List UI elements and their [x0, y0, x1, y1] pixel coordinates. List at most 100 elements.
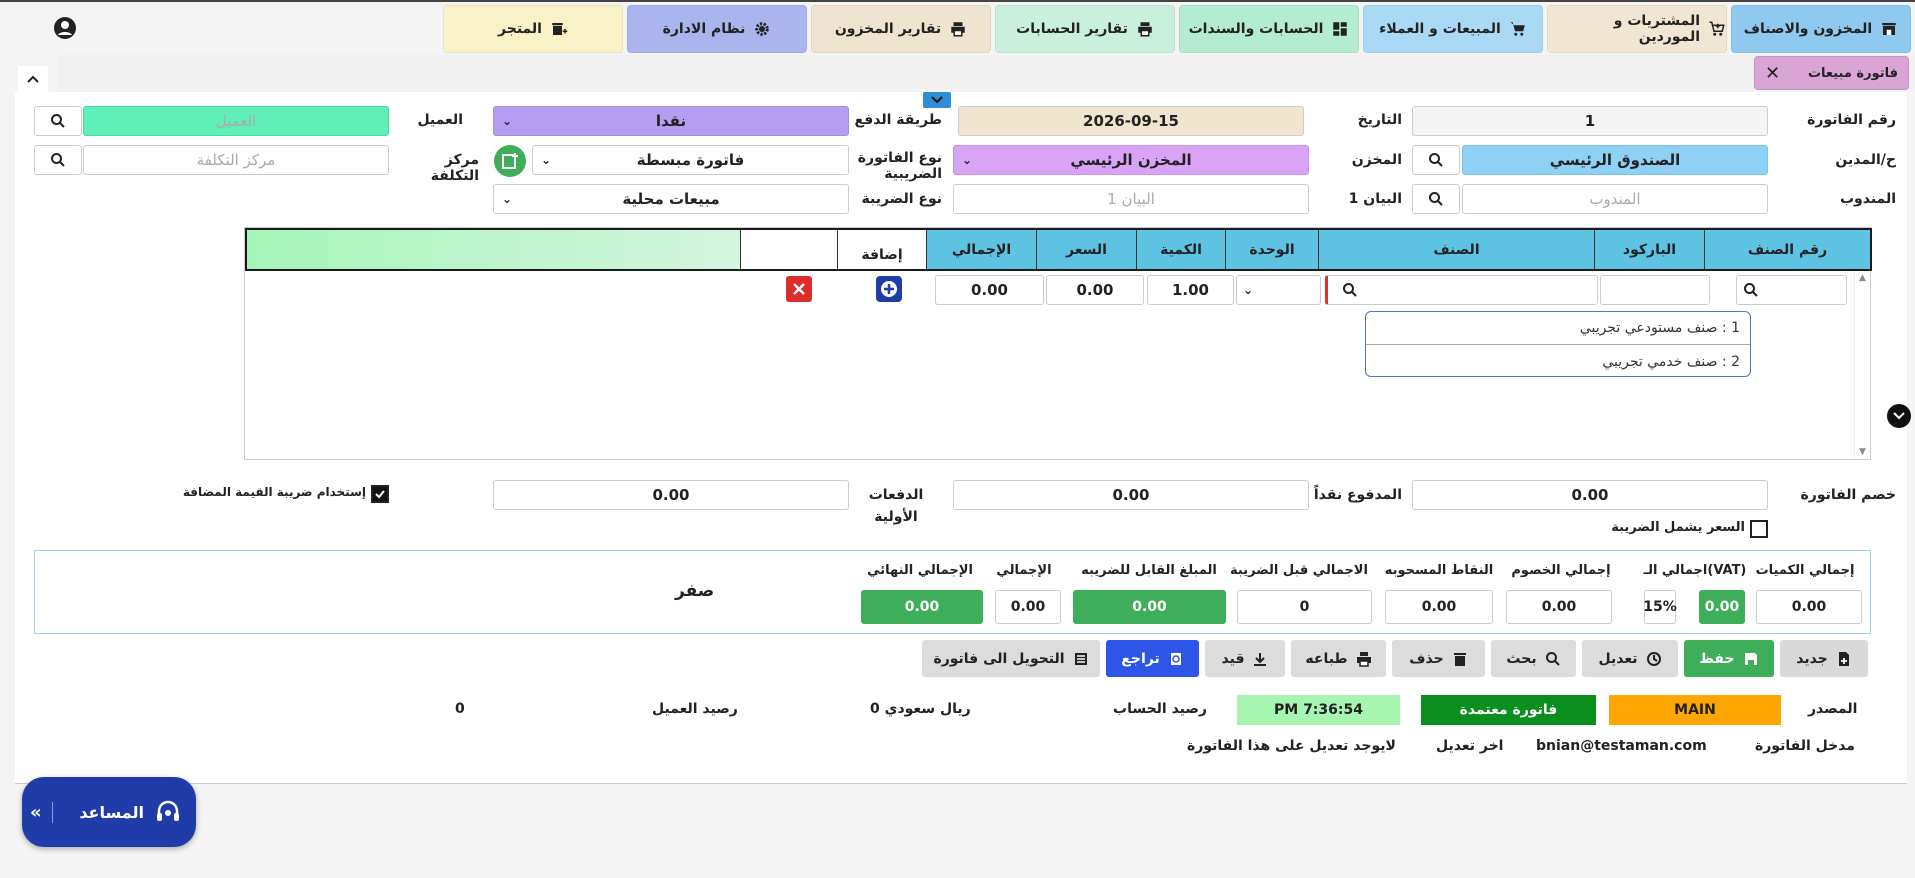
search-icon: [1343, 283, 1357, 297]
cart-plus-icon: [1709, 21, 1725, 36]
edit-button[interactable]: تعديل: [1582, 640, 1678, 677]
final-label: الإجمالي النهائي: [867, 563, 973, 578]
grid-header: رقم الصنف الباركود الصنف الوحدة الكمية ا…: [245, 228, 1872, 271]
assistant-button[interactable]: المساعد »: [22, 777, 196, 847]
undo-button[interactable]: تراجع: [1106, 640, 1199, 677]
client-balance-value: 0: [455, 701, 465, 717]
discount-field[interactable]: 0.00: [1412, 480, 1768, 510]
add-note-icon: [502, 153, 518, 169]
total-input[interactable]: 0.00: [935, 275, 1044, 305]
tab-sales-invoice[interactable]: فاتورة مبيعات ✕: [1754, 56, 1909, 90]
grid-scrollbar[interactable]: ▲ ▼: [1854, 271, 1870, 459]
save-button[interactable]: حفظ: [1684, 640, 1774, 677]
account-balance-label: رصيد الحساب: [1113, 701, 1207, 717]
nav-inventory-reports[interactable]: تقارير المخزون: [811, 5, 991, 53]
client-search-button[interactable]: [34, 106, 82, 136]
advance-field[interactable]: 0.00: [493, 480, 849, 510]
assistant-label: المساعد: [79, 802, 144, 822]
suggestion-item[interactable]: 1 : صنف مستودعي تجريبي: [1366, 312, 1750, 345]
nav-inventory[interactable]: المخزون والاصناف: [1731, 5, 1911, 53]
scroll-down-arrow[interactable]: ▼: [1859, 447, 1866, 457]
paid-field[interactable]: 0.00: [953, 480, 1309, 510]
col-price: السعر: [1036, 230, 1136, 269]
cost-center-search-button[interactable]: [34, 145, 82, 175]
statement-field[interactable]: البيان 1: [953, 184, 1309, 214]
nav-inventory-reports-label: تقارير المخزون: [834, 21, 942, 37]
debit-field[interactable]: الصندوق الرئيسي: [1462, 145, 1768, 175]
new-file-icon: [1838, 651, 1849, 666]
new-button[interactable]: جديد: [1780, 640, 1868, 677]
add-row-button[interactable]: [876, 276, 902, 302]
gear-icon: [755, 22, 770, 36]
add-invoice-type-button[interactable]: [494, 145, 526, 177]
date-field[interactable]: 2026-09-15: [958, 106, 1304, 136]
expand-toggle[interactable]: [923, 92, 951, 108]
search-icon: [51, 114, 65, 128]
chevron-down-icon: ⌄: [1243, 283, 1254, 297]
printer-icon: [1356, 651, 1371, 667]
user-account-icon[interactable]: [53, 16, 77, 40]
nav-accounts[interactable]: الحسابات والسندات: [1179, 5, 1359, 53]
cost-center-field[interactable]: مركز التكلفة: [83, 145, 389, 175]
side-toggle[interactable]: [1887, 404, 1911, 428]
vat-checkbox[interactable]: [371, 485, 389, 503]
chevron-down-icon: ⌄: [502, 192, 513, 206]
main-nav: المخزون والاصناف المشتريات و الموردين ال…: [443, 5, 1911, 53]
price-incl-tax-checkbox[interactable]: [1750, 520, 1768, 538]
col-qty: الكمية: [1136, 230, 1225, 269]
rep-field[interactable]: المندوب: [1462, 184, 1768, 214]
unit-select[interactable]: ⌄: [1236, 275, 1321, 305]
tax-type-select[interactable]: ⌄ مبيعات محلية: [493, 184, 849, 214]
col-add: إضافة: [837, 230, 926, 269]
nav-sales[interactable]: المبيعات و العملاء: [1363, 5, 1543, 53]
tab-label: فاتورة مبيعات: [1807, 65, 1898, 81]
time-badge: PM 7:36:54: [1237, 695, 1400, 725]
close-icon[interactable]: ✕: [1765, 63, 1780, 84]
tax-invoice-type-value: فاتورة مبسطة: [636, 151, 745, 169]
search-button[interactable]: بحث: [1491, 640, 1576, 677]
nav-purchases[interactable]: المشتريات و الموردين: [1547, 5, 1727, 53]
double-chevron-right-icon: »: [30, 801, 53, 823]
nav-store-label: المتجر: [498, 21, 542, 37]
nav-admin[interactable]: نظام الادارة: [627, 5, 807, 53]
nav-account-reports-label: تقارير الحسابات: [1016, 21, 1128, 37]
payment-method-select[interactable]: ⌄ نقدا: [493, 106, 849, 136]
barcode-input[interactable]: [1600, 275, 1710, 305]
store-icon: [1882, 23, 1896, 35]
debit-search-button[interactable]: [1412, 145, 1460, 175]
convert-button[interactable]: التحويل الى فاتورة: [922, 640, 1100, 677]
qty-input[interactable]: 1.00: [1147, 275, 1234, 305]
search-icon: [51, 153, 65, 167]
nav-store[interactable]: المتجر: [443, 5, 623, 53]
delete-button[interactable]: حذف: [1392, 640, 1485, 677]
rep-search-button[interactable]: [1412, 184, 1460, 214]
scroll-up-arrow[interactable]: ▲: [1859, 273, 1866, 283]
header-filler: [247, 230, 740, 269]
new-button-label: جديد: [1796, 650, 1828, 667]
store-select[interactable]: ⌄ المخزن الرئيسي: [953, 145, 1309, 175]
price-incl-tax-label: السعر يشمل الضريبة: [1611, 520, 1745, 535]
tab-strip: [57, 55, 1915, 89]
collapse-button[interactable]: [18, 66, 48, 92]
convert-button-label: التحويل الى فاتورة: [933, 650, 1065, 667]
store-label: المخزن: [1351, 152, 1402, 168]
print-button[interactable]: طباعه: [1291, 640, 1386, 677]
cost-center-placeholder: مركز التكلفة: [196, 151, 276, 169]
invoice-no-field[interactable]: 1: [1412, 106, 1768, 136]
entered-by-label: مدخل الفاتورة: [1755, 738, 1855, 754]
col-total: الإجمالي: [926, 230, 1036, 269]
nav-account-reports[interactable]: تقارير الحسابات: [995, 5, 1175, 53]
delete-row-button[interactable]: [786, 276, 812, 302]
col-item: الصنف: [1318, 230, 1594, 269]
discounts-label: إجمالي الخصوم: [1511, 563, 1611, 578]
item-no-input[interactable]: [1736, 275, 1847, 305]
item-input[interactable]: [1325, 275, 1598, 305]
price-input[interactable]: 0.00: [1046, 275, 1144, 305]
tax-invoice-type-select[interactable]: ⌄ فاتورة مبسطة: [532, 145, 849, 175]
cost-center-label: مركز التكلفة: [430, 152, 479, 184]
client-field[interactable]: العميل: [83, 106, 389, 136]
chevron-down-icon: ⌄: [962, 153, 973, 167]
total-label: الإجمالي: [996, 563, 1052, 578]
post-button[interactable]: قيد: [1205, 640, 1285, 677]
suggestion-item[interactable]: 2 : صنف خدمي تجريبي: [1366, 345, 1750, 378]
